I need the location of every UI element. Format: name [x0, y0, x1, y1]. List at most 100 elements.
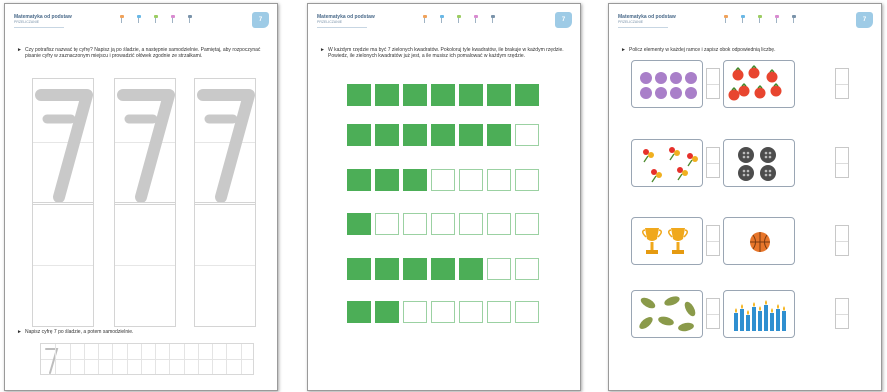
- progress-marker-icon: [119, 15, 124, 24]
- answer-box[interactable]: [706, 298, 720, 329]
- progress-marker-icon: [153, 15, 158, 24]
- green-square: [459, 124, 483, 146]
- empty-square[interactable]: [515, 301, 539, 323]
- instruction-block: ► Napisz cyfrę 7 po śladzie, a potem sam…: [17, 329, 265, 335]
- answer-box-midline: [707, 83, 719, 85]
- answer-box[interactable]: [706, 68, 720, 99]
- header-subtitle: PRZELICZANIE: [317, 20, 343, 24]
- instruction-block: ► Policz elementy w każdej ramce i zapis…: [621, 47, 869, 53]
- progress-marker-icon: [490, 15, 495, 24]
- progress-marker-icon: [439, 15, 444, 24]
- header-subtitle: PRZELICZANIE: [618, 20, 644, 24]
- writing-cell[interactable]: [114, 202, 176, 327]
- counting-frame: [723, 217, 795, 265]
- answer-box-midline: [707, 240, 719, 242]
- empty-square[interactable]: [487, 213, 511, 235]
- arrow-bullet-icon: ►: [17, 47, 22, 53]
- green-square: [403, 258, 427, 280]
- page-badge-label: 7: [561, 17, 566, 23]
- flower-icon: [643, 147, 698, 183]
- green-square: [403, 169, 427, 191]
- progress-marker-icon: [723, 15, 728, 24]
- empty-square[interactable]: [459, 301, 483, 323]
- grid-column-line: [98, 344, 100, 374]
- grid-column-line: [126, 344, 128, 374]
- trophy-icon: [642, 228, 688, 254]
- basketball-icon: [750, 232, 770, 252]
- empty-square[interactable]: [487, 169, 511, 191]
- grid-column-line: [55, 344, 57, 374]
- tomato-icon: [728, 65, 782, 101]
- empty-square[interactable]: [375, 213, 399, 235]
- answer-box-midline: [836, 313, 848, 315]
- header-progress-icons: [422, 15, 495, 24]
- instruction-block: ► Czy potrafisz nazwać tę cyfrę? Napisz …: [17, 47, 265, 60]
- progress-marker-icon: [422, 15, 427, 24]
- green-square: [487, 84, 511, 106]
- instruction-text: Policz elementy w każdej ramce i zapisz …: [629, 47, 776, 53]
- digit-seven-trace-icon: [117, 89, 175, 203]
- writing-cell[interactable]: [194, 202, 256, 327]
- empty-square[interactable]: [431, 301, 455, 323]
- purple-dot-icon: [640, 72, 697, 99]
- green-square: [347, 301, 371, 323]
- empty-square[interactable]: [487, 301, 511, 323]
- grid-column-line: [212, 344, 214, 374]
- answer-box-midline: [836, 162, 848, 164]
- instruction-text: Napisz cyfrę 7 po śladzie, a potem samod…: [25, 329, 134, 335]
- trace-cell[interactable]: [32, 78, 94, 205]
- empty-square[interactable]: [515, 169, 539, 191]
- answer-box[interactable]: [835, 68, 849, 99]
- empty-square[interactable]: [515, 124, 539, 146]
- square-row: [347, 258, 539, 280]
- cell-midline: [115, 264, 175, 266]
- counting-frame: [631, 217, 703, 265]
- answer-box-midline: [836, 240, 848, 242]
- green-square: [375, 258, 399, 280]
- empty-square[interactable]: [403, 213, 427, 235]
- green-square: [431, 84, 455, 106]
- green-square: [347, 169, 371, 191]
- answer-box[interactable]: [835, 225, 849, 256]
- page-badge-label: 7: [258, 17, 263, 23]
- empty-square[interactable]: [515, 258, 539, 280]
- answer-box[interactable]: [706, 225, 720, 256]
- instruction-text: W każdym rzędzie ma być 7 zielonych kwad…: [328, 47, 564, 60]
- grid-column-line: [240, 344, 242, 374]
- answer-box[interactable]: [835, 147, 849, 178]
- digit-seven-trace-icon: [35, 89, 93, 203]
- empty-square[interactable]: [459, 169, 483, 191]
- empty-square[interactable]: [515, 213, 539, 235]
- progress-marker-icon: [774, 15, 779, 24]
- progress-marker-icon: [170, 15, 175, 24]
- trace-cell[interactable]: [114, 78, 176, 205]
- answer-box[interactable]: [706, 147, 720, 178]
- button-icon: [738, 147, 776, 181]
- empty-square[interactable]: [431, 169, 455, 191]
- square-row: [347, 84, 539, 106]
- writing-cell[interactable]: [32, 202, 94, 327]
- answer-box[interactable]: [835, 298, 849, 329]
- handwriting-grid[interactable]: [40, 343, 254, 375]
- progress-marker-icon: [740, 15, 745, 24]
- header-subtitle: PRZELICZANIE: [14, 20, 40, 24]
- header-underline: [618, 27, 668, 28]
- green-square: [403, 124, 427, 146]
- square-row: [347, 213, 539, 235]
- grid-column-line: [69, 344, 71, 374]
- empty-square[interactable]: [459, 213, 483, 235]
- counting-frame: [723, 60, 795, 108]
- arrow-bullet-icon: ►: [621, 47, 626, 53]
- trace-cell[interactable]: [194, 78, 256, 205]
- grid-column-line: [83, 344, 85, 374]
- green-square: [347, 213, 371, 235]
- empty-square[interactable]: [403, 301, 427, 323]
- green-square: [487, 124, 511, 146]
- page-badge: 7: [555, 12, 572, 28]
- page-header: Matematyka od podstaw PRZELICZANIE 7: [618, 12, 873, 36]
- green-square: [403, 84, 427, 106]
- empty-square[interactable]: [487, 258, 511, 280]
- cell-midline: [195, 264, 255, 266]
- empty-square[interactable]: [431, 213, 455, 235]
- counting-frame: [631, 290, 703, 338]
